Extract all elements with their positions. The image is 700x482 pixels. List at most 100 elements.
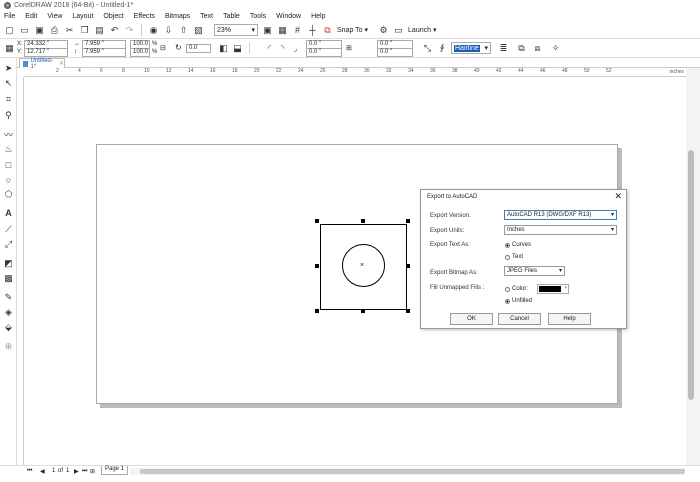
- menu-file[interactable]: File: [4, 13, 15, 20]
- page-tab[interactable]: Page 1: [101, 466, 129, 475]
- to-front-icon[interactable]: ⧉: [516, 43, 527, 54]
- pick-tool-icon[interactable]: ➤: [3, 63, 14, 74]
- menu-table[interactable]: Table: [223, 13, 240, 20]
- cancel-button[interactable]: Cancel: [498, 313, 541, 325]
- print-icon[interactable]: ⎙: [49, 25, 60, 36]
- snap-to-icon[interactable]: ⧉: [322, 25, 333, 36]
- height-field[interactable]: 7.959 ": [82, 48, 126, 57]
- menu-edit[interactable]: Edit: [25, 13, 37, 20]
- add-tool-icon[interactable]: ⊕: [3, 341, 14, 352]
- smart-fill-icon[interactable]: ⬙: [3, 322, 14, 333]
- corner-chamfer-icon[interactable]: ◞: [290, 43, 301, 54]
- rectangle-tool-icon[interactable]: □: [3, 159, 14, 170]
- zoom-level-combo[interactable]: 23% ▾: [214, 24, 258, 36]
- menu-bitmaps[interactable]: Bitmaps: [165, 13, 190, 20]
- new-document-icon[interactable]: ▢: [4, 25, 15, 36]
- zoom-tool-icon[interactable]: ⚲: [3, 110, 14, 121]
- selection-handle[interactable]: [315, 309, 319, 313]
- text-wrap-icon[interactable]: ≣: [498, 43, 509, 54]
- mirror-vertical-icon[interactable]: ⬓: [232, 43, 243, 54]
- full-screen-preview-icon[interactable]: ▣: [262, 25, 273, 36]
- last-page-icon[interactable]: ⏭: [82, 468, 87, 475]
- show-guidelines-icon[interactable]: ┼: [307, 25, 318, 36]
- export-version-select[interactable]: AutoCAD R13 (DWG/DXF R13) ▾: [504, 210, 617, 220]
- menu-text[interactable]: Text: [200, 13, 213, 20]
- corner-scallop-icon[interactable]: ◝: [277, 43, 288, 54]
- launch-icon[interactable]: ▭: [393, 25, 404, 36]
- parallel-dimension-icon[interactable]: ⟋: [3, 224, 14, 235]
- to-back-icon[interactable]: ⧈: [532, 43, 543, 54]
- save-icon[interactable]: ▣: [34, 25, 45, 36]
- menu-help[interactable]: Help: [311, 13, 325, 20]
- fill-unfilled-radio[interactable]: Unfilled: [505, 298, 532, 304]
- transparency-icon[interactable]: ▩: [3, 273, 14, 284]
- first-page-icon[interactable]: ⏮: [27, 468, 32, 475]
- add-page-icon[interactable]: ⊞: [90, 468, 95, 475]
- corner-radius-field-4[interactable]: 0.0 ": [377, 48, 413, 57]
- fill-color-radio[interactable]: Color:: [505, 286, 528, 292]
- document-tab[interactable]: Untitled-1* ✕: [19, 58, 65, 70]
- selection-handle[interactable]: [315, 219, 319, 223]
- connector-tool-icon[interactable]: ⤢: [3, 239, 14, 250]
- mirror-horizontal-icon[interactable]: ◧: [218, 43, 229, 54]
- text-tool-icon[interactable]: A: [3, 207, 14, 218]
- next-page-icon[interactable]: ▶: [74, 468, 79, 475]
- vertical-scroll-thumb[interactable]: [688, 150, 694, 400]
- y-position-field[interactable]: 12.717 ": [24, 48, 68, 57]
- copy-icon[interactable]: ❐: [79, 25, 90, 36]
- export-units-select[interactable]: Inches ▾: [504, 225, 617, 235]
- menu-object[interactable]: Object: [103, 13, 123, 20]
- artistic-media-icon[interactable]: ♨: [3, 144, 14, 155]
- menu-view[interactable]: View: [47, 13, 62, 20]
- text-curves-radio[interactable]: Curves: [505, 242, 531, 248]
- rotation-field[interactable]: 0.0: [186, 44, 211, 53]
- search-content-icon[interactable]: ◉: [148, 25, 159, 36]
- text-text-radio[interactable]: Text: [505, 254, 523, 260]
- help-button[interactable]: Help: [548, 313, 591, 325]
- fill-color-picker[interactable]: ▾: [537, 284, 569, 294]
- selection-handle[interactable]: [361, 309, 365, 313]
- open-folder-icon[interactable]: ▭: [19, 25, 30, 36]
- vertical-scrollbar[interactable]: [686, 68, 700, 465]
- drop-shadow-icon[interactable]: ◩: [3, 258, 14, 269]
- selection-handle[interactable]: [406, 309, 410, 313]
- publish-pdf-icon[interactable]: ▧: [193, 25, 204, 36]
- show-rulers-icon[interactable]: ▦: [277, 25, 288, 36]
- outline-width-combo[interactable]: Hairline ▾: [451, 42, 491, 54]
- menu-tools[interactable]: Tools: [250, 13, 266, 20]
- convert-to-curves-icon[interactable]: ✧: [550, 43, 561, 54]
- ellipse-tool-icon[interactable]: ○: [3, 174, 14, 185]
- lock-ratio-icon[interactable]: ⊟: [160, 44, 166, 52]
- corner-round-icon[interactable]: ◜: [264, 43, 275, 54]
- freehand-tool-icon[interactable]: 〰: [3, 129, 14, 140]
- paste-icon[interactable]: ▤: [94, 25, 105, 36]
- interactive-fill-icon[interactable]: ◈: [3, 307, 14, 318]
- horizontal-scrollbar[interactable]: [130, 468, 685, 475]
- scale-height-field[interactable]: 100.0: [130, 48, 150, 57]
- relative-corner-scaling-icon[interactable]: ⤡: [422, 43, 433, 54]
- undo-icon[interactable]: ↶: [109, 25, 120, 36]
- launch-button[interactable]: Launch ▾: [408, 26, 436, 34]
- menu-layout[interactable]: Layout: [72, 13, 93, 20]
- bitmap-format-select[interactable]: JPEG Files ▾: [504, 266, 565, 276]
- dialog-close-icon[interactable]: ✕: [614, 191, 622, 202]
- cut-icon[interactable]: ✂: [64, 25, 75, 36]
- menu-effects[interactable]: Effects: [134, 13, 155, 20]
- selection-handle[interactable]: [406, 219, 410, 223]
- redo-icon[interactable]: ↷: [124, 25, 135, 36]
- shape-tool-icon[interactable]: ↖: [3, 78, 14, 89]
- menu-window[interactable]: Window: [276, 13, 301, 20]
- snap-to-button[interactable]: Snap To ▾: [337, 26, 368, 34]
- export-icon[interactable]: ⇧: [178, 25, 189, 36]
- import-icon[interactable]: ⇩: [163, 25, 174, 36]
- horizontal-ruler[interactable]: 2 4 6 8 10 12 14 16 18 20 22 24 26 28 30 32 34 36 38 40 42 44…: [24, 68, 686, 77]
- crop-tool-icon[interactable]: ⌗: [3, 94, 14, 105]
- close-icon[interactable]: ✕: [59, 60, 64, 67]
- horizontal-scroll-thumb[interactable]: [140, 469, 685, 474]
- object-origin-icon[interactable]: ▦: [4, 43, 15, 54]
- prev-page-icon[interactable]: ◀: [40, 468, 45, 475]
- corner-radius-field-2[interactable]: 0.0 ": [306, 48, 342, 57]
- selection-handle[interactable]: [315, 264, 319, 268]
- options-gear-icon[interactable]: ⚙: [378, 25, 389, 36]
- selection-handle[interactable]: [406, 264, 410, 268]
